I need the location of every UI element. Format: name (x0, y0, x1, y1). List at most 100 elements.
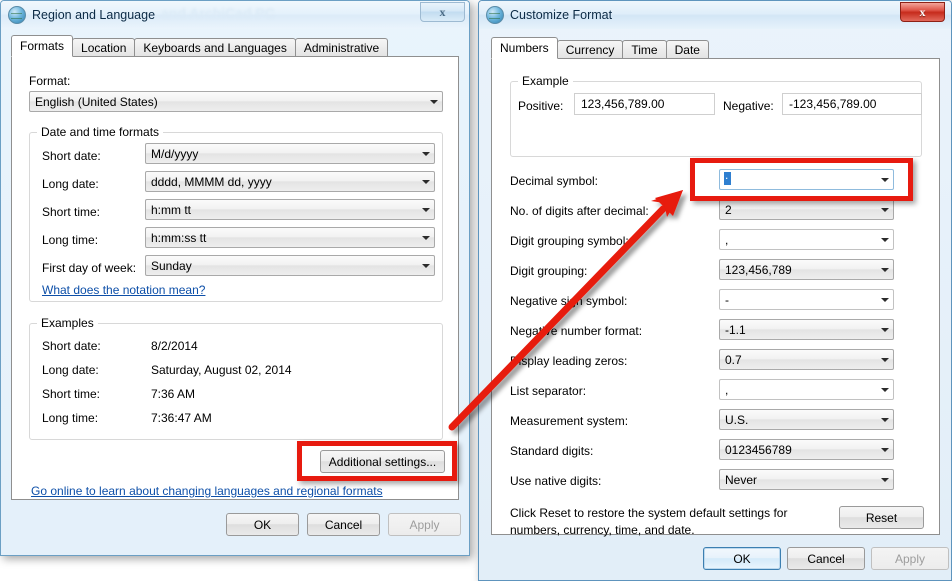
region-titlebar: Region and Language (1, 1, 469, 29)
tab-numbers[interactable]: Numbers (491, 37, 558, 59)
digits-after-decimal-value: 2 (725, 202, 732, 217)
negative-sign-symbol-combo[interactable]: - (719, 289, 894, 310)
chevron-down-icon (877, 297, 893, 302)
chevron-down-icon (877, 447, 893, 452)
chevron-down-icon (877, 237, 893, 242)
customize-tabstrip: Numbers Currency Time Date (491, 37, 709, 59)
short-date-label: Short date: (42, 149, 101, 163)
customize-ok-button[interactable]: OK (703, 547, 781, 570)
annotation-highlight-additional-settings (297, 441, 457, 481)
tab-keyboards-and-languages[interactable]: Keyboards and Languages (134, 38, 296, 57)
reset-help-text-line2: numbers, currency, time, and date. (510, 523, 695, 537)
annotation-highlight-decimal-symbol (690, 158, 913, 201)
negative-sign-symbol-value: - (725, 292, 729, 307)
long-date-label: Long date: (42, 177, 99, 191)
example-long-time-value: 7:36:47 AM (151, 411, 212, 425)
positive-label: Positive: (518, 99, 564, 113)
first-day-of-week-combo[interactable]: Sunday (145, 255, 435, 276)
tab-time[interactable]: Time (622, 40, 667, 59)
region-close-button[interactable]: x (420, 2, 465, 22)
long-time-combo[interactable]: h:mm:ss tt (145, 227, 435, 248)
customize-cancel-button[interactable]: Cancel (787, 547, 865, 570)
long-time-label: Long time: (42, 233, 99, 247)
format-label: Format: (29, 74, 71, 88)
region-cancel-button[interactable]: Cancel (307, 513, 380, 536)
measurement-system-combo[interactable]: U.S. (719, 409, 894, 430)
chevron-down-icon (877, 267, 893, 272)
chevron-down-icon (418, 207, 434, 212)
example-long-time-label: Long time: (42, 411, 99, 425)
display-leading-zeros-combo[interactable]: 0.7 (719, 349, 894, 370)
first-day-of-week-label: First day of week: (42, 261, 137, 275)
short-time-value: h:mm tt (151, 202, 192, 217)
standard-digits-combo[interactable]: 0123456789 (719, 439, 894, 460)
negative-label: Negative: (723, 99, 774, 113)
format-combo-value: English (United States) (35, 94, 158, 109)
negative-number-format-combo[interactable]: -1.1 (719, 319, 894, 340)
reset-button[interactable]: Reset (839, 506, 924, 529)
customize-tab-body: Example Positive: 123,456,789.00 Negativ… (491, 58, 940, 537)
use-native-digits-label: Use native digits: (510, 474, 602, 488)
example-short-date-value: 8/2/2014 (151, 339, 198, 353)
customize-close-button[interactable]: x (900, 2, 945, 22)
standard-digits-value: 0123456789 (725, 442, 792, 457)
use-native-digits-combo[interactable]: Never (719, 469, 894, 490)
short-date-combo[interactable]: M/d/yyyy (145, 143, 435, 164)
example-long-date-value: Saturday, August 02, 2014 (151, 363, 292, 377)
tab-formats[interactable]: Formats (11, 35, 74, 57)
negative-number-format-value: -1.1 (725, 322, 746, 337)
digit-grouping-combo[interactable]: 123,456,789 (719, 259, 894, 280)
positive-example-field[interactable]: 123,456,789.00 (574, 93, 715, 115)
notation-help-link[interactable]: What does the notation mean? (42, 283, 205, 297)
negative-example-field[interactable]: -123,456,789.00 (782, 93, 922, 115)
tab-date[interactable]: Date (665, 40, 709, 59)
digit-grouping-symbol-combo[interactable]: , (719, 229, 894, 250)
short-time-combo[interactable]: h:mm tt (145, 199, 435, 220)
digits-after-decimal-label: No. of digits after decimal: (510, 204, 649, 218)
use-native-digits-value: Never (725, 472, 758, 487)
list-separator-value: , (725, 382, 729, 397)
customize-format-window: Customize Format x Numbers Currency Time… (478, 0, 952, 581)
display-leading-zeros-value: 0.7 (725, 352, 742, 367)
tab-location[interactable]: Location (72, 38, 136, 57)
example-long-date-label: Long date: (42, 363, 99, 377)
examples-legend: Examples (37, 316, 98, 330)
region-tabstrip: Formats Location Keyboards and Languages… (11, 35, 389, 57)
first-day-of-week-value: Sunday (151, 258, 192, 273)
chevron-down-icon (426, 99, 442, 104)
long-time-value: h:mm:ss tt (151, 230, 207, 245)
customize-titlebar: Customize Format (479, 1, 951, 29)
region-globe-icon (8, 6, 26, 24)
digits-after-decimal-combo[interactable]: 2 (719, 199, 894, 220)
chevron-down-icon (877, 477, 893, 482)
digit-grouping-symbol-value: , (725, 232, 729, 247)
region-window-title: Region and Language (32, 8, 156, 22)
go-online-link[interactable]: Go online to learn about changing langua… (31, 484, 383, 498)
example-legend: Example (518, 74, 573, 88)
decimal-symbol-label: Decimal symbol: (510, 174, 599, 188)
chevron-down-icon (418, 263, 434, 268)
chevron-down-icon (877, 357, 893, 362)
chevron-down-icon (877, 387, 893, 392)
long-date-combo[interactable]: dddd, MMMM dd, yyyy (145, 171, 435, 192)
chevron-down-icon (877, 207, 893, 212)
region-ok-button[interactable]: OK (226, 513, 299, 536)
customize-globe-icon (486, 6, 504, 24)
display-leading-zeros-label: Display leading zeros: (510, 354, 628, 368)
digit-grouping-label: Digit grouping: (510, 264, 588, 278)
chevron-down-icon (418, 179, 434, 184)
measurement-system-label: Measurement system: (510, 414, 629, 428)
tab-administrative[interactable]: Administrative (294, 38, 389, 57)
positive-example-value: 123,456,789.00 (581, 97, 665, 111)
long-date-value: dddd, MMMM dd, yyyy (151, 174, 272, 189)
reset-help-text-line1: Click Reset to restore the system defaul… (510, 506, 788, 520)
region-apply-button: Apply (388, 513, 461, 536)
chevron-down-icon (877, 327, 893, 332)
format-combo[interactable]: English (United States) (29, 91, 443, 112)
list-separator-combo[interactable]: , (719, 379, 894, 400)
negative-sign-symbol-label: Negative sign symbol: (510, 294, 628, 308)
example-short-time-value: 7:36 AM (151, 387, 196, 401)
tab-currency[interactable]: Currency (556, 40, 624, 59)
standard-digits-label: Standard digits: (510, 444, 594, 458)
region-tab-body: Format: English (United States) Date and… (11, 56, 459, 500)
